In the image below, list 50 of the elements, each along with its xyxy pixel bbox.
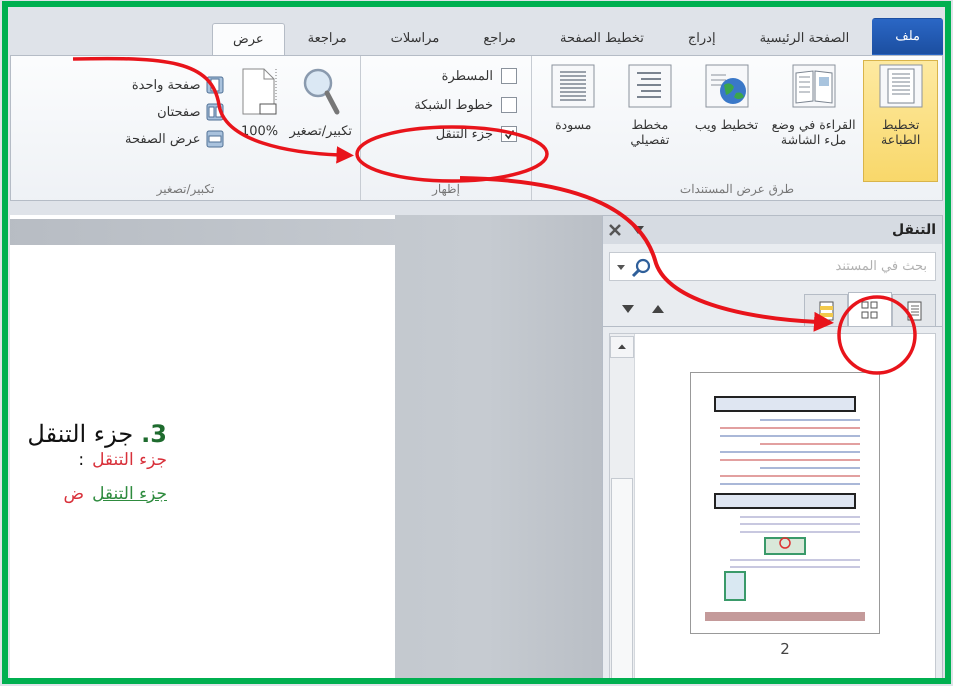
search-icon: [631, 258, 651, 278]
checkbox[interactable]: خطوط الشبكة: [414, 97, 517, 113]
page-icon: [878, 63, 924, 109]
view-button[interactable]: مسودة: [536, 60, 611, 182]
heading-text: 3.: [141, 420, 167, 448]
group-title: تكبير/تصغير: [155, 182, 216, 198]
ribbon-tab[interactable]: إدراج: [666, 22, 737, 55]
pane-title: التنقل: [890, 222, 936, 238]
lines-icon: [550, 63, 596, 109]
page-view-button[interactable]: صفحتان: [124, 103, 224, 121]
heading-text: جزء التنقل: [27, 420, 134, 448]
grid-icon: [860, 298, 880, 320]
pane-tab[interactable]: [892, 294, 936, 326]
group-title: طرق عرض المستندات: [678, 182, 796, 198]
checkbox[interactable]: المسطرة: [414, 68, 517, 84]
body-text: جزء التنقل: [92, 450, 167, 470]
ribbon-tab[interactable]: تخطيط الصفحة: [539, 22, 665, 55]
zoom-button[interactable]: تكبير/تصغير: [286, 60, 356, 182]
open-book-icon: [790, 63, 837, 109]
body-text: ض: [64, 484, 84, 504]
page-thumbnail[interactable]: [690, 372, 880, 634]
checkmark-icon: [504, 128, 514, 140]
close-icon[interactable]: [609, 224, 621, 236]
globe-icon: [704, 63, 750, 109]
page-view-button[interactable]: عرض الصفحة: [124, 130, 224, 148]
view-button[interactable]: القراءة في وضع ملء الشاشة: [766, 60, 862, 182]
wide-page-icon: [206, 130, 224, 148]
file-tab[interactable]: ملف: [872, 18, 943, 55]
checkbox[interactable]: جزء التنقل: [414, 126, 517, 142]
search-field[interactable]: بحث في المستند: [609, 252, 936, 281]
outline-icon: [626, 63, 673, 109]
view-button[interactable]: تخطيط الطباعة: [863, 60, 938, 182]
ribbon-tab[interactable]: مراسلات: [370, 22, 460, 55]
page-number: 2: [780, 640, 790, 658]
scroll-up-icon[interactable]: [610, 336, 634, 358]
body-text: جزء التنقل: [92, 484, 167, 504]
scrollbar[interactable]: [610, 334, 635, 679]
view-button[interactable]: تخطيط ويب: [689, 60, 764, 182]
zoom-100-button[interactable]: 100%: [236, 60, 284, 182]
ribbon-tab[interactable]: مراجع: [462, 22, 538, 55]
ribbon-tab[interactable]: مراجعة: [286, 22, 368, 55]
dropdown-icon[interactable]: [617, 265, 625, 271]
group-title: إظهار: [430, 182, 461, 198]
previous-icon[interactable]: [651, 304, 665, 314]
page-view-button[interactable]: صفحة واحدة: [124, 76, 224, 94]
next-icon[interactable]: [621, 304, 635, 314]
body-text: :: [78, 450, 84, 470]
ribbon-tab[interactable]: الصفحة الرئيسية: [738, 22, 870, 55]
view-button[interactable]: مخطط تفصيلي: [612, 60, 688, 182]
ribbon-tab[interactable]: عرض: [212, 23, 285, 56]
